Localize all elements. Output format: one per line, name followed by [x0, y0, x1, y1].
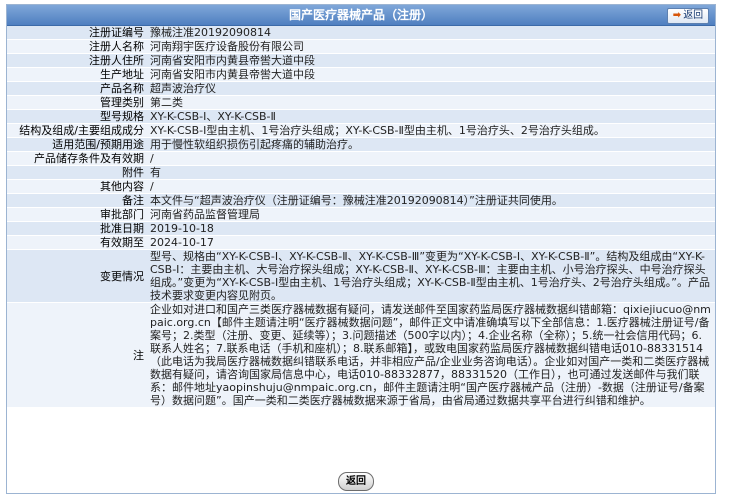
- table-row: 注册证编号 豫械注准20192090814: [7, 26, 715, 40]
- field-label: 其他内容: [7, 179, 147, 194]
- field-value: /: [147, 179, 715, 194]
- table-row: 备注 本文件与“超声波治疗仪（注册证编号：豫械注准20192090814）”注册证…: [7, 193, 715, 208]
- field-label: 批准日期: [7, 221, 147, 236]
- field-label: 注: [7, 302, 147, 408]
- title-bar: 国产医疗器械产品（注册） ➡ 返回: [7, 5, 715, 26]
- table-row: 管理类别 第二类: [7, 95, 715, 110]
- field-label: 型号规格: [7, 109, 147, 124]
- arrow-right-icon: ➡: [672, 10, 682, 21]
- field-label: 结构及组成/主要组成成分: [7, 123, 147, 138]
- registration-info-table: 注册证编号 豫械注准20192090814 注册人名称 河南翔宇医疗设备股份有限公司注…: [7, 26, 715, 408]
- field-value: 企业如对进口和国产三类医疗器械数据有疑问，请发送邮件至国家药监局医疗器械数据纠错…: [147, 302, 715, 408]
- field-label: 有效期至: [7, 235, 147, 250]
- field-value: 有: [147, 165, 715, 180]
- table-row: 生产地址 河南省安阳市内黄县帝喾大道中段: [7, 67, 715, 82]
- field-value: 河南省安阳市内黄县帝喾大道中段: [147, 53, 715, 68]
- field-value: XY-K-CSB-Ⅰ型由主机、1号治疗头组成；XY-K-CSB-Ⅱ型由主机、1号…: [147, 123, 715, 138]
- table-row: 产品名称 超声波治疗仪: [7, 81, 715, 96]
- field-label: 变更情况: [7, 249, 147, 303]
- table-row: 审批部门 河南省药品监督管理局: [7, 207, 715, 222]
- field-value: 本文件与“超声波治疗仪（注册证编号：豫械注准20192090814）”注册证共同…: [147, 193, 715, 208]
- back-button-top[interactable]: ➡ 返回: [667, 8, 709, 24]
- table-row: 适用范围/预期用途 用于慢性软组织损伤引起疼痛的辅助治疗。: [7, 137, 715, 152]
- field-value: 用于慢性软组织损伤引起疼痛的辅助治疗。: [147, 137, 715, 152]
- bottom-bar: 返回: [7, 469, 715, 493]
- back-button-bottom[interactable]: 返回: [338, 472, 374, 491]
- field-label: 生产地址: [7, 67, 147, 82]
- field-label: 适用范围/预期用途: [7, 137, 147, 152]
- table-row: 变更情况 型号、规格由“XY-K-CSB-Ⅰ、XY-K-CSB-Ⅱ、XY-K-CS…: [7, 249, 715, 303]
- table-row: 注册人名称 河南翔宇医疗设备股份有限公司: [7, 39, 715, 54]
- table-row: 型号规格 XY-K-CSB-Ⅰ、XY-K-CSB-Ⅱ: [7, 109, 715, 124]
- window-title: 国产医疗器械产品（注册）: [288, 8, 433, 22]
- table-row: 有效期至 2024-10-17: [7, 235, 715, 250]
- field-label: 产品储存条件及有效期: [7, 151, 147, 166]
- field-label: 注册人名称: [7, 39, 147, 54]
- detail-window: 国产医疗器械产品（注册） ➡ 返回 注册证编号 豫械注准20192090814 注册人…: [6, 4, 716, 494]
- field-value: 河南翔宇医疗设备股份有限公司: [147, 39, 715, 54]
- table-row: 注企业如对进口和国产三类医疗器械数据有疑问，请发送邮件至国家药监局医疗器械数据纠…: [7, 302, 715, 408]
- field-value: 豫械注准20192090814: [147, 26, 715, 40]
- table-row: 结构及组成/主要组成成分 XY-K-CSB-Ⅰ型由主机、1号治疗头组成；XY-K-…: [7, 123, 715, 138]
- field-value: 河南省药品监督管理局: [147, 207, 715, 222]
- field-value: 超声波治疗仪: [147, 81, 715, 96]
- table-row: 其他内容 /: [7, 179, 715, 194]
- field-value: 型号、规格由“XY-K-CSB-Ⅰ、XY-K-CSB-Ⅱ、XY-K-CSB-Ⅲ”…: [147, 249, 715, 303]
- field-label: 备注: [7, 193, 147, 208]
- table-row: 产品储存条件及有效期 /: [7, 151, 715, 166]
- field-value: 2019-10-18: [147, 221, 715, 236]
- field-label: 产品名称: [7, 81, 147, 96]
- field-label: 审批部门: [7, 207, 147, 222]
- field-label: 注册人住所: [7, 53, 147, 68]
- field-value: 2024-10-17: [147, 235, 715, 250]
- field-value: XY-K-CSB-Ⅰ、XY-K-CSB-Ⅱ: [147, 109, 715, 124]
- field-value: 河南省安阳市内黄县帝喾大道中段: [147, 67, 715, 82]
- field-label: 附件: [7, 165, 147, 180]
- table-row: 附件有: [7, 165, 715, 180]
- field-label: 注册证编号: [7, 26, 147, 40]
- field-value: /: [147, 151, 715, 166]
- table-row: 注册人住所 河南省安阳市内黄县帝喾大道中段: [7, 53, 715, 68]
- table-row: 批准日期 2019-10-18: [7, 221, 715, 236]
- field-value: 第二类: [147, 95, 715, 110]
- back-button-top-label: 返回: [683, 10, 704, 21]
- field-label: 管理类别: [7, 95, 147, 110]
